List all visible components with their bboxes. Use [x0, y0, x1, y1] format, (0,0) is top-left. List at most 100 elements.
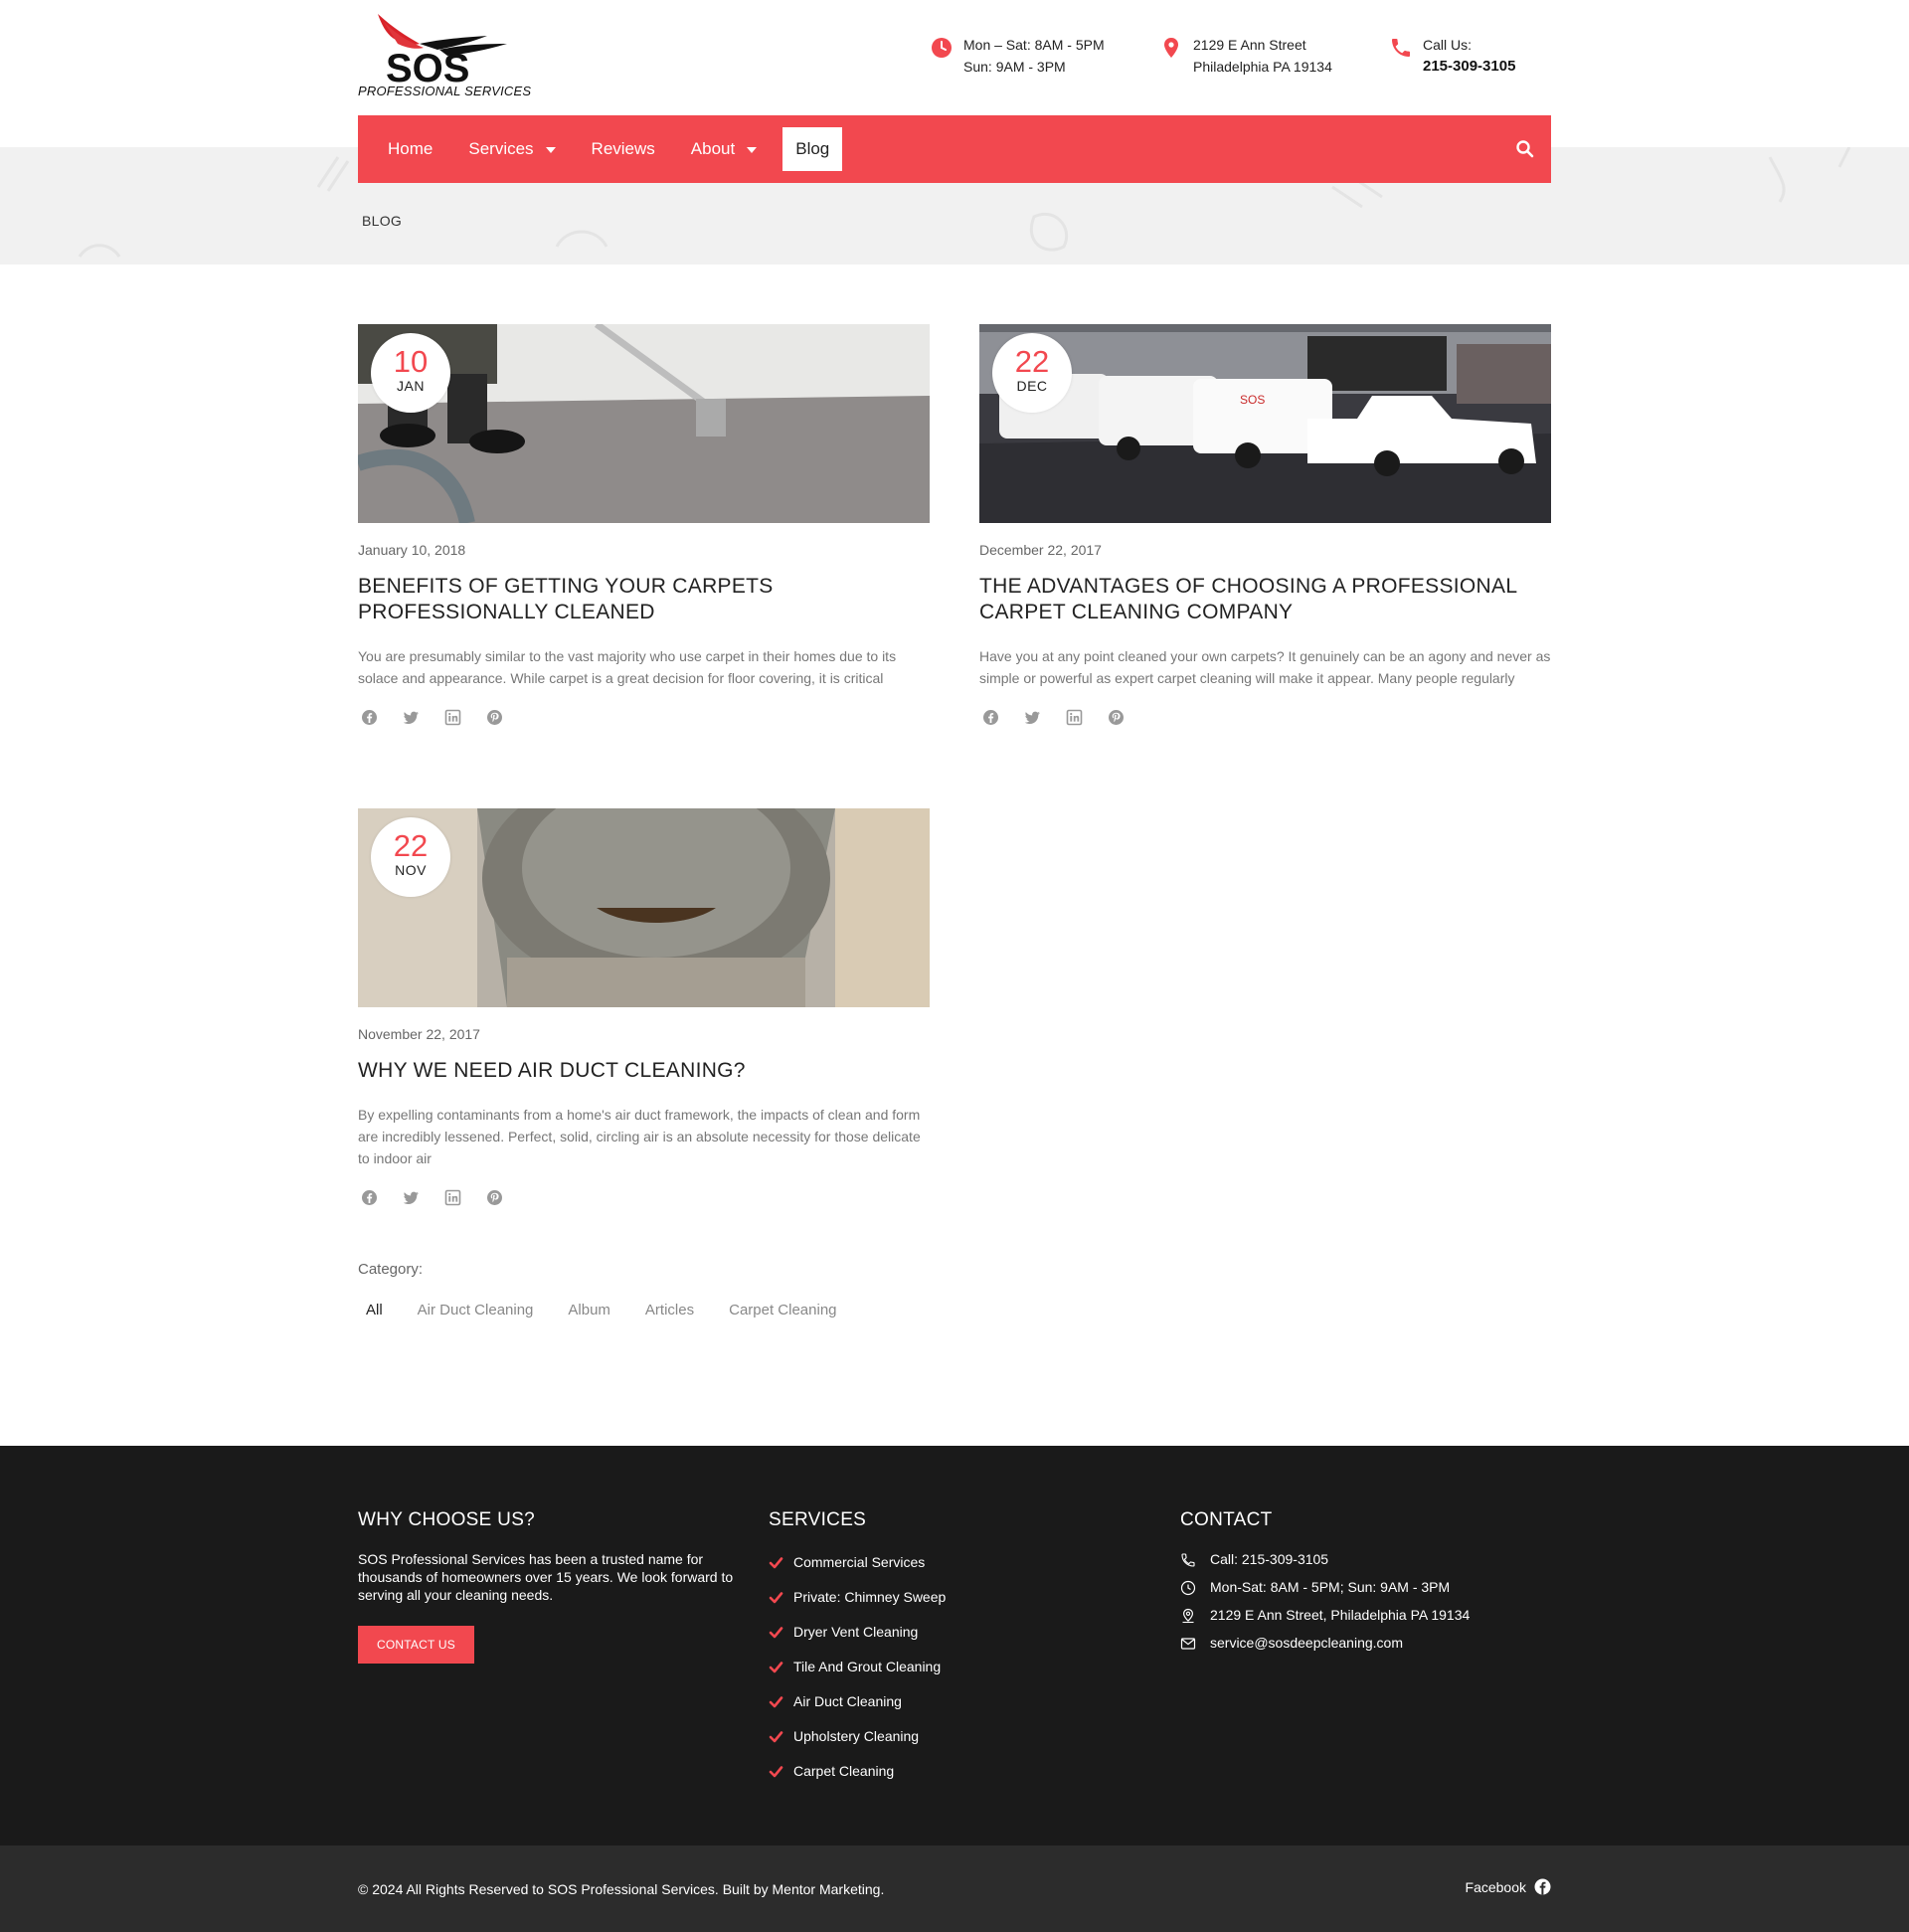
hours-sunday: Sun: 9AM - 3PM: [963, 59, 1066, 75]
category-tab-articles[interactable]: Articles: [637, 1299, 702, 1322]
post-title[interactable]: Why We Need Air Duct Cleaning?: [358, 1058, 930, 1084]
svg-text:SOS: SOS: [1240, 393, 1265, 407]
site-header: SOS PROFESSIONAL SERVICES Mon – Sat: 8AM…: [0, 0, 1909, 115]
share-buttons: [979, 709, 1551, 726]
nav-item-services[interactable]: Services: [450, 127, 573, 171]
facebook-icon[interactable]: [982, 709, 999, 726]
location-pin-icon: [1164, 38, 1178, 58]
nav-item-reviews[interactable]: Reviews: [574, 127, 673, 171]
pinterest-icon[interactable]: [1108, 709, 1125, 726]
footer-contact-email-text: service@sosdeepcleaning.com: [1210, 1635, 1403, 1651]
footer-service-item[interactable]: Private: Chimney Sweep: [769, 1588, 1127, 1623]
footer-service-item[interactable]: Carpet Cleaning: [769, 1762, 1127, 1797]
category-tab-carpet-cleaning[interactable]: Carpet Cleaning: [721, 1299, 844, 1322]
date-badge: 10 JAN: [371, 333, 450, 413]
category-label: Category:: [358, 1261, 424, 1278]
share-buttons: [358, 709, 930, 726]
blog-post-card: 10 JAN January 10, 2018 Benefits of Gett…: [358, 324, 930, 726]
linkedin-icon[interactable]: [444, 1189, 461, 1206]
badge-day: 22: [1014, 344, 1050, 379]
footer-service-item[interactable]: Tile And Grout Cleaning: [769, 1658, 1127, 1692]
post-thumbnail[interactable]: SOS 22 DEC: [979, 324, 1551, 523]
phone-icon: [1181, 1553, 1195, 1567]
pinterest-icon[interactable]: [486, 1189, 503, 1206]
badge-day: 22: [393, 828, 429, 863]
footer-service-label: Air Duct Cleaning: [793, 1693, 902, 1709]
address-city: Philadelphia PA 19134: [1193, 59, 1332, 75]
address-street: 2129 E Ann Street: [1193, 37, 1306, 53]
contact-us-button[interactable]: CONTACT US: [358, 1626, 474, 1664]
call-number[interactable]: 215-309-3105: [1423, 56, 1515, 78]
footer-service-item[interactable]: Air Duct Cleaning: [769, 1692, 1127, 1727]
twitter-icon[interactable]: [403, 1189, 420, 1206]
nav-label-about: About: [690, 139, 736, 158]
twitter-icon[interactable]: [403, 709, 420, 726]
post-title[interactable]: Benefits of Getting your Carpets Profess…: [358, 574, 930, 625]
facebook-icon[interactable]: [361, 1189, 378, 1206]
badge-day: 10: [393, 344, 429, 379]
site-logo[interactable]: SOS PROFESSIONAL SERVICES: [358, 10, 531, 101]
footer-service-item[interactable]: Dryer Vent Cleaning: [769, 1623, 1127, 1658]
footer-contact-hours-text: Mon-Sat: 8AM - 5PM; Sun: 9AM - 3PM: [1210, 1579, 1451, 1595]
footer-service-item[interactable]: Commercial Services: [769, 1553, 1127, 1588]
date-badge: 22 DEC: [992, 333, 1072, 413]
clock-icon: [932, 38, 952, 58]
footer-service-label: Commercial Services: [793, 1554, 926, 1570]
category-tab-all[interactable]: All: [358, 1299, 391, 1322]
mail-icon: [1180, 1638, 1196, 1650]
logo-subtitle: PROFESSIONAL SERVICES: [358, 84, 532, 98]
linkedin-icon[interactable]: [1066, 709, 1083, 726]
hours-weekday: Mon – Sat: 8AM - 5PM: [963, 37, 1105, 53]
footer-facebook-link[interactable]: Facebook: [1466, 1878, 1551, 1895]
call-label: Call Us:: [1423, 37, 1473, 53]
footer-service-item[interactable]: Upholstery Cleaning: [769, 1727, 1127, 1762]
header-address: 2129 E Ann Street Philadelphia PA 19134: [1159, 34, 1332, 78]
post-thumbnail[interactable]: 10 JAN: [358, 324, 930, 523]
header-hours: Mon – Sat: 8AM - 5PM Sun: 9AM - 3PM: [930, 34, 1105, 78]
check-icon: [769, 1627, 783, 1639]
date-badge: 22 NOV: [371, 817, 450, 897]
post-title[interactable]: The Advantages of Choosing a Professiona…: [979, 574, 1551, 625]
footer-contact-title: CONTACT: [1180, 1509, 1273, 1530]
nav-item-home[interactable]: Home: [370, 127, 450, 171]
facebook-icon: [1534, 1878, 1551, 1895]
check-icon: [769, 1662, 783, 1673]
nav-item-blog[interactable]: Blog: [782, 127, 843, 171]
footer-contact-phone[interactable]: Call: 215-309-3105: [1180, 1550, 1558, 1578]
footer-service-label: Private: Chimney Sweep: [793, 1589, 947, 1605]
footer-why-title: WHY CHOOSE US?: [358, 1509, 536, 1530]
footer-bottom-bar: © 2024 All Rights Reserved to SOS Profes…: [0, 1845, 1909, 1932]
blog-post-card: SOS 22 DEC December 22, 2017 The Advanta…: [979, 324, 1551, 726]
footer-services-list: Commercial Services Private: Chimney Swe…: [769, 1553, 1127, 1797]
check-icon: [769, 1766, 783, 1778]
footer-contact-address-text: 2129 E Ann Street, Philadelphia PA 19134: [1210, 1607, 1471, 1623]
post-excerpt: Have you at any point cleaned your own c…: [979, 648, 1551, 686]
nav-label-services: Services: [468, 139, 534, 158]
footer-services-title: SERVICES: [769, 1509, 867, 1530]
post-thumbnail[interactable]: 22 NOV: [358, 808, 930, 1007]
footer-contact-email[interactable]: service@sosdeepcleaning.com: [1180, 1634, 1558, 1662]
footer-service-label: Tile And Grout Cleaning: [793, 1659, 942, 1674]
main-nav: Home Services Reviews About Blog: [358, 115, 1551, 183]
footer-contact-address: 2129 E Ann Street, Philadelphia PA 19134: [1180, 1606, 1558, 1634]
facebook-icon[interactable]: [361, 709, 378, 726]
category-filter: All Air Duct Cleaning Album Articles Car…: [358, 1299, 864, 1322]
nav-label-blog: Blog: [795, 139, 830, 158]
category-tab-air-duct-cleaning[interactable]: Air Duct Cleaning: [410, 1299, 542, 1322]
category-tab-album[interactable]: Album: [560, 1299, 618, 1322]
post-excerpt: You are presumably similar to the vast m…: [358, 648, 897, 686]
linkedin-icon[interactable]: [444, 709, 461, 726]
nav-item-about[interactable]: About: [673, 127, 775, 171]
check-icon: [769, 1696, 783, 1708]
breadcrumb: BLOG: [362, 213, 403, 229]
facebook-label: Facebook: [1465, 1878, 1526, 1895]
blog-post-card: 22 NOV November 22, 2017 Why We Need Air…: [358, 808, 930, 1206]
twitter-icon[interactable]: [1024, 709, 1041, 726]
check-icon: [769, 1557, 783, 1569]
post-date: November 22, 2017: [358, 1026, 480, 1042]
clock-icon: [1180, 1580, 1196, 1596]
pinterest-icon[interactable]: [486, 709, 503, 726]
logo-text: SOS: [386, 47, 469, 84]
search-icon[interactable]: [1515, 139, 1535, 159]
header-call[interactable]: Call Us: 215-309-3105: [1389, 34, 1515, 78]
